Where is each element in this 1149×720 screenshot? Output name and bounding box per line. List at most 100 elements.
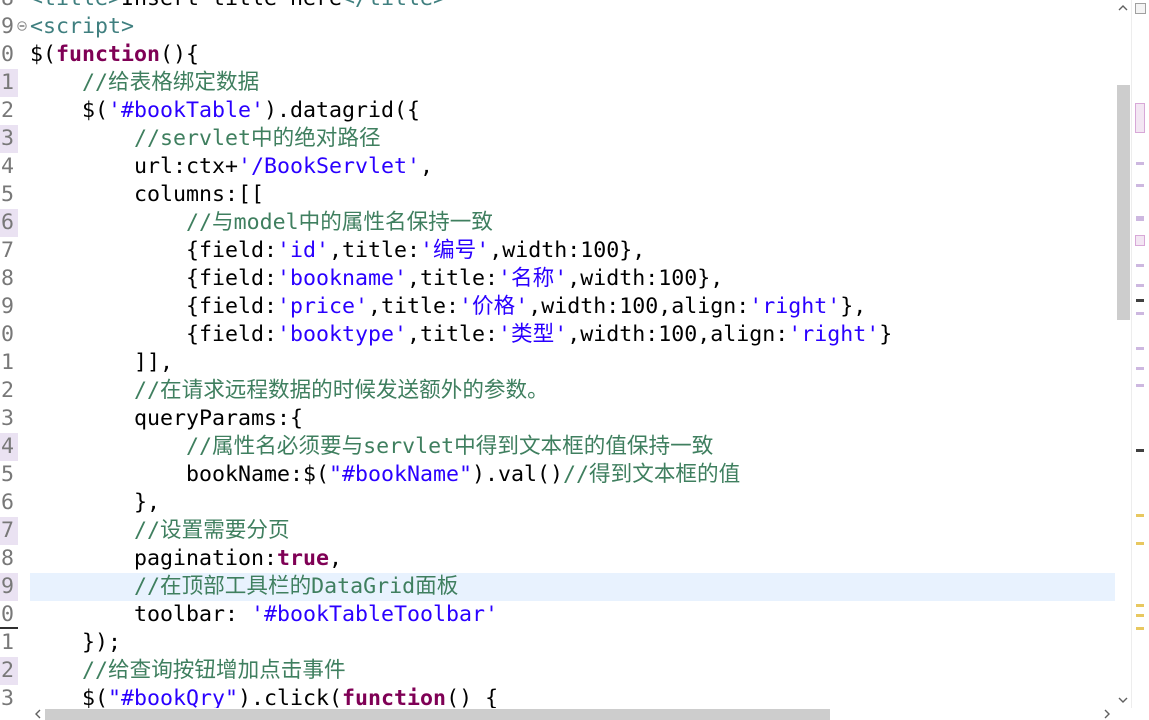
code-string: 'right'	[749, 294, 841, 319]
overview-marker[interactable]	[1136, 449, 1144, 452]
code-plain: });	[30, 630, 122, 655]
line-number: 25	[0, 462, 14, 487]
code-editor[interactable]: 8 <title>Insert title here</title> 9 <scrip…	[0, 0, 1115, 708]
code-plain: ,title:	[368, 294, 460, 319]
code-plain: ,title:	[407, 322, 499, 347]
line-number: 23	[0, 406, 14, 431]
code-line[interactable]: 14 url:ctx+'/BookServlet',	[0, 153, 1115, 181]
overview-marker[interactable]	[1136, 627, 1144, 630]
vertical-scroll-thumb[interactable]	[1117, 85, 1130, 320]
code-line[interactable]: 28 pagination:true,	[0, 545, 1115, 573]
code-plain: Insert title here	[121, 0, 342, 11]
line-number: 26	[0, 490, 14, 515]
overview-marker[interactable]	[1136, 347, 1144, 350]
code-line[interactable]: 8 <title>Insert title here</title>	[0, 0, 1115, 13]
code-line[interactable]: 31 });	[0, 629, 1115, 657]
code-plain: ,width:100,align:	[528, 294, 750, 319]
code-comment: //设置需要分页	[30, 518, 290, 543]
code-plain: ]],	[30, 350, 174, 375]
overview-marker[interactable]	[1136, 184, 1144, 187]
code-keyword: function	[342, 686, 447, 708]
chevron-right-icon	[1104, 709, 1110, 719]
horizontal-scrollbar[interactable]	[30, 708, 1115, 720]
overview-marker[interactable]	[1136, 299, 1144, 302]
code-line[interactable]: 24 //属性名必须要与servlet中得到文本框的值保持一致	[0, 433, 1115, 461]
code-plain: $(	[30, 686, 109, 708]
code-plain: }	[879, 322, 893, 347]
horizontal-scroll-thumb[interactable]	[45, 709, 830, 720]
overview-marker[interactable]	[1136, 216, 1144, 221]
code-string: 'right'	[788, 322, 880, 347]
code-line[interactable]: 22 //在请求远程数据的时候发送额外的参数。	[0, 377, 1115, 405]
code-line[interactable]: 32 //给查询按钮增加点击事件	[0, 657, 1115, 685]
code-line[interactable]: 11 //给表格绑定数据	[0, 69, 1115, 97]
overview-marker[interactable]	[1136, 604, 1144, 607]
code-line[interactable]: 15 columns:[[	[0, 181, 1115, 209]
code-line[interactable]: 9 <script>	[0, 13, 1115, 41]
code-line[interactable]: 10 $(function(){	[0, 41, 1115, 69]
overview-marker[interactable]	[1136, 384, 1144, 387]
overview-marker[interactable]	[1136, 367, 1144, 370]
scroll-right-button[interactable]	[1100, 708, 1114, 720]
code-line[interactable]: 21 ]],	[0, 349, 1115, 377]
overview-marker[interactable]	[1136, 542, 1144, 545]
code-text: $(function(){	[30, 41, 199, 69]
code-line[interactable]: 16 //与model中的属性名保持一致	[0, 209, 1115, 237]
scroll-down-button[interactable]	[1115, 692, 1131, 708]
overview-marker[interactable]	[1135, 103, 1145, 133]
overview-summary-box[interactable]	[1135, 3, 1146, 14]
code-string: '#bookTable'	[108, 98, 265, 123]
code-text: url:ctx+'/BookServlet',	[30, 153, 433, 181]
overview-marker[interactable]	[1136, 614, 1144, 617]
code-plain: ,width:100},	[567, 266, 724, 291]
code-text: //在顶部工具栏的DataGrid面板	[30, 573, 458, 601]
overview-ruler[interactable]	[1131, 0, 1149, 708]
overview-marker[interactable]	[1136, 514, 1144, 517]
overview-marker[interactable]	[1135, 235, 1145, 246]
vertical-scrollbar[interactable]	[1115, 0, 1131, 708]
scroll-up-button[interactable]	[1115, 0, 1131, 16]
line-number: 32	[0, 658, 14, 683]
code-line[interactable]: 13 //servlet中的绝对路径	[0, 125, 1115, 153]
code-line[interactable]: 33 $("#bookQry").click(function() {	[0, 685, 1115, 708]
code-text: });	[30, 629, 121, 657]
scroll-left-button[interactable]	[31, 708, 45, 720]
code-plain: pagination:	[30, 546, 278, 571]
code-comment: //servlet中的绝对路径	[30, 126, 381, 151]
code-text: //属性名必须要与servlet中得到文本框的值保持一致	[30, 433, 713, 461]
code-plain: ,width:100},	[489, 238, 646, 263]
code-line[interactable]: 18 {field:'bookname',title:'名称',width:10…	[0, 265, 1115, 293]
code-text: pagination:true,	[30, 545, 342, 573]
code-plain: toolbar:	[30, 602, 252, 627]
code-line[interactable]: 20 {field:'booktype',title:'类型',width:10…	[0, 321, 1115, 349]
code-line[interactable]: 27 //设置需要分页	[0, 517, 1115, 545]
code-line[interactable]: 30 toolbar: '#bookTableToolbar'	[0, 601, 1115, 629]
code-text: toolbar: '#bookTableToolbar'	[30, 601, 498, 629]
code-lines[interactable]: 8 <title>Insert title here</title> 9 <scrip…	[0, 0, 1115, 708]
code-string: 'id'	[277, 238, 330, 263]
code-line[interactable]: 23 queryParams:{	[0, 405, 1115, 433]
line-number: 17	[0, 238, 14, 263]
code-text: //与model中的属性名保持一致	[30, 209, 493, 237]
code-text: //设置需要分页	[30, 517, 290, 545]
code-text: {field:'booktype',title:'类型',width:100,a…	[30, 321, 892, 349]
code-text: },	[30, 489, 160, 517]
overview-marker[interactable]	[1136, 312, 1144, 315]
code-plain: },	[840, 294, 867, 319]
fold-collapse-icon[interactable]	[17, 21, 27, 31]
overview-marker[interactable]	[1136, 284, 1144, 287]
code-string: "#bookQry"	[108, 686, 239, 708]
code-line[interactable]: 29 //在顶部工具栏的DataGrid面板	[0, 573, 1115, 601]
code-line[interactable]: 25 bookName:$("#bookName").val()//得到文本框的…	[0, 461, 1115, 489]
line-number: 20	[0, 322, 14, 347]
code-line[interactable]: 12 $('#bookTable').datagrid({	[0, 97, 1115, 125]
line-number: 8	[0, 0, 14, 13]
code-line[interactable]: 17 {field:'id',title:'编号',width:100},	[0, 237, 1115, 265]
overview-marker[interactable]	[1136, 162, 1144, 165]
code-line[interactable]: 26 },	[0, 489, 1115, 517]
code-line[interactable]: 19 {field:'price',title:'价格',width:100,a…	[0, 293, 1115, 321]
line-number: 27	[0, 518, 14, 543]
line-number: 11	[0, 70, 14, 95]
overview-marker[interactable]	[1136, 264, 1144, 267]
code-plain: ,	[420, 154, 434, 179]
